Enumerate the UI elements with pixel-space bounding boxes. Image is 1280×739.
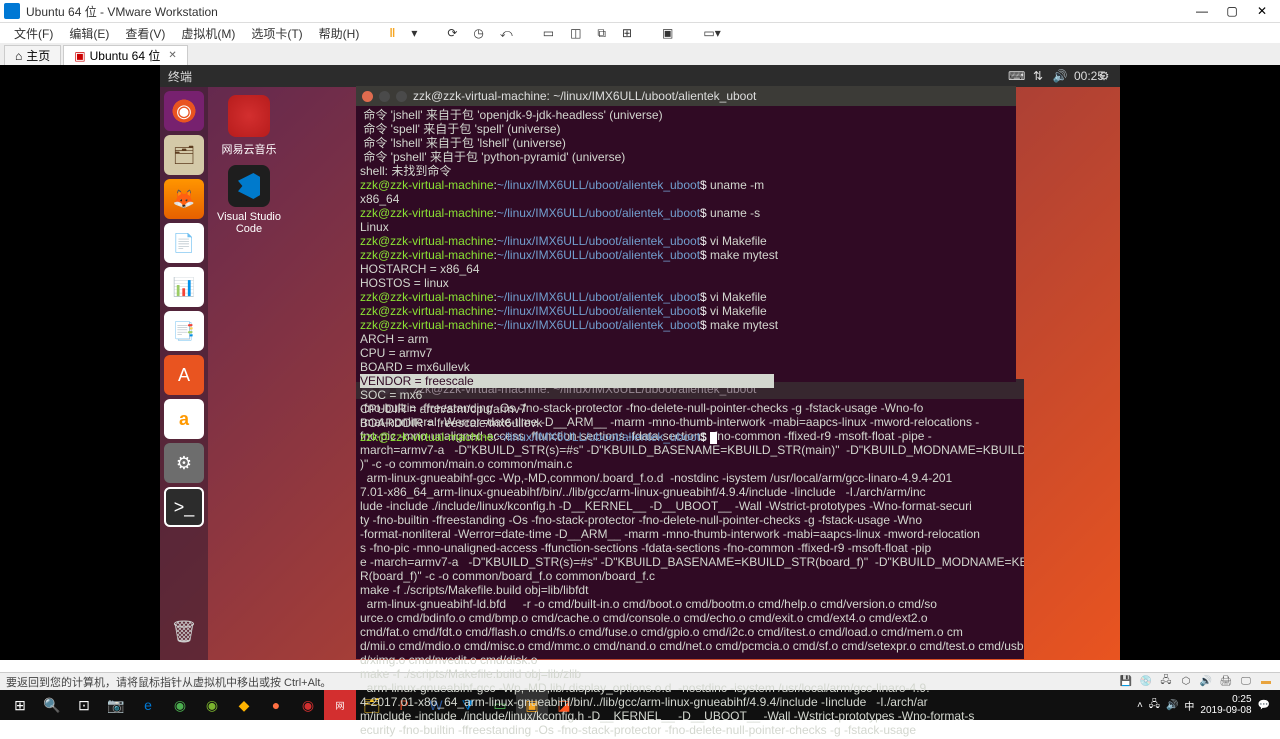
menu-file[interactable]: 文件(F) [8,25,59,42]
menu-help[interactable]: 帮助(H) [313,25,366,42]
status-sound-icon[interactable]: 🔊 [1198,676,1214,687]
desktop-icon-vscode[interactable]: Visual Studio Code [214,165,284,235]
taskbar-search-icon[interactable]: 🔍 [36,690,68,720]
terminal-title: zzk@zzk-virtual-machine: ~/linux/IMX6ULL… [413,89,756,103]
status-msg-icon[interactable]: ▬ [1258,676,1274,687]
term-max-icon[interactable] [396,91,407,102]
terminal-body[interactable]: 命令 'jshell' 来自于包 'openjdk-9-jdk-headless… [356,106,1016,446]
terminal-window-active[interactable]: zzk@zzk-virtual-machine: ~/linux/IMX6ULL… [356,86,1016,382]
taskbar-app4-icon[interactable]: 网 [324,690,356,720]
sound-icon[interactable]: 🔊 [1052,69,1068,83]
status-hdd-icon[interactable]: 💾 [1118,676,1134,687]
status-net-icon[interactable]: 🖧 [1158,673,1174,690]
status-display-icon[interactable]: 🖵 [1238,676,1254,687]
home-icon: ⌂ [15,49,22,63]
toolbar-dropdown-icon[interactable]: ▾ [405,26,423,40]
network-icon[interactable]: ⇅ [1030,69,1046,83]
terminal-body-inactive[interactable]: -fno-builtin -ffreestanding -Os -fno-sta… [356,399,1024,739]
status-printer-icon[interactable]: 🖨 [1218,676,1234,687]
launcher-dash[interactable]: ◉ [164,91,204,131]
launcher-firefox[interactable]: 🦊 [164,179,204,219]
vmware-menubar: 文件(F) 编辑(E) 查看(V) 虚拟机(M) 选项卡(T) 帮助(H) ‖ … [0,23,1280,43]
ubuntu-launcher: ◉ 🗂 🦊 📄 📊 📑 A a ⚙ >_ 🗑 [160,87,208,660]
taskbar-app1-icon[interactable]: ◆ [228,690,260,720]
taskbar-app3-icon[interactable]: ◉ [292,690,324,720]
topbar-app-label: 终端 [168,68,192,85]
guest-display[interactable]: 终端 ⌨ ⇅ 🔊 00:25 ⚙ ◉ 🗂 🦊 📄 📊 📑 A a ⚙ >_ [0,65,1280,660]
toolbar-pause-icon[interactable]: ‖ [383,26,401,40]
launcher-impress[interactable]: 📑 [164,311,204,351]
window-title: Ubuntu 64 位 - VMware Workstation [26,3,1196,20]
toolbar-layout3-icon[interactable]: ⧉ [591,26,612,41]
taskbar-app2-icon[interactable]: ● [260,690,292,720]
windows-titlebar: Ubuntu 64 位 - VMware Workstation — ▢ ✕ [0,0,1280,23]
taskbar-edge-icon[interactable]: e [132,690,164,720]
desktop-icon-vscode-label: Visual Studio Code [214,211,284,235]
toolbar-snapshot-icon[interactable]: ⟳ [441,26,463,40]
menu-edit[interactable]: 编辑(E) [63,25,115,42]
terminal-titlebar[interactable]: zzk@zzk-virtual-machine: ~/linux/IMX6ULL… [356,86,1016,106]
tray-ime-icon[interactable]: 中 [1184,698,1194,713]
vmware-hint-text: 要返回到您的计算机，请将鼠标指针从虚拟机中移出或按 Ctrl+Alt。 [6,674,331,690]
maximize-button[interactable]: ▢ [1226,5,1238,17]
toolbar-unity-icon[interactable]: ⊞ [616,26,638,40]
toolbar-extra-icon[interactable]: ▭▾ [697,26,726,40]
term-close-icon[interactable] [362,91,373,102]
toolbar-revert-icon[interactable]: ⤺ [494,26,519,41]
tab-vm-label: Ubuntu 64 位 [90,47,161,64]
topbar-time[interactable]: 00:25 [1074,69,1090,83]
ubuntu-desktop: 终端 ⌨ ⇅ 🔊 00:25 ⚙ ◉ 🗂 🦊 📄 📊 📑 A a ⚙ >_ [160,65,1120,660]
desktop-icon-music[interactable]: 网易云音乐 [214,95,284,157]
toolbar-fullscreen-icon[interactable]: ▣ [656,26,679,40]
netease-music-icon [228,95,270,137]
menu-tabs[interactable]: 选项卡(T) [245,25,308,42]
tray-chevron-icon[interactable]: ˄ [1137,700,1143,711]
tab-home-label: 主页 [26,47,50,64]
keyboard-icon[interactable]: ⌨ [1008,69,1024,83]
status-cd-icon[interactable]: 💿 [1138,676,1154,687]
taskbar-taskview-icon[interactable]: ⊡ [68,690,100,720]
launcher-trash[interactable]: 🗑 [164,612,204,652]
minimize-button[interactable]: — [1196,5,1208,17]
tray-network-icon[interactable]: 🖧 [1149,697,1160,714]
tray-date: 2019-09-08 [1200,705,1251,716]
ubuntu-topbar: 终端 ⌨ ⇅ 🔊 00:25 ⚙ [160,65,1120,87]
taskbar-camera-icon[interactable]: 📷 [100,690,132,720]
launcher-amazon[interactable]: a [164,399,204,439]
status-usb-icon[interactable]: ⬡ [1178,676,1194,687]
launcher-software[interactable]: A [164,355,204,395]
close-button[interactable]: ✕ [1256,5,1268,17]
menu-view[interactable]: 查看(V) [119,25,171,42]
tray-sound-icon[interactable]: 🔊 [1166,700,1178,711]
menu-vm[interactable]: 虚拟机(M) [175,25,241,42]
vm-icon: ▣ [74,49,85,63]
toolbar-clock-icon[interactable]: ◷ [467,26,489,40]
gear-icon[interactable]: ⚙ [1096,69,1112,83]
desktop-icons: 网易云音乐 Visual Studio Code [214,95,284,235]
taskbar-wechat-icon[interactable]: ◉ [196,690,228,720]
tray-clock[interactable]: 0:25 2019-09-08 [1200,694,1251,716]
vmware-icon [4,3,20,19]
launcher-writer[interactable]: 📄 [164,223,204,263]
toolbar-layout2-icon[interactable]: ◫ [564,26,587,40]
vscode-icon [228,165,270,207]
term-min-icon[interactable] [379,91,390,102]
launcher-files[interactable]: 🗂 [164,135,204,175]
launcher-calc[interactable]: 📊 [164,267,204,307]
launcher-settings[interactable]: ⚙ [164,443,204,483]
tab-vm[interactable]: ▣ Ubuntu 64 位 ✕ [63,45,187,65]
tab-close-icon[interactable]: ✕ [168,50,176,61]
tray-time: 0:25 [1200,694,1251,705]
tray-notifications-icon[interactable]: 💬 [1258,700,1270,711]
launcher-terminal[interactable]: >_ [164,487,204,527]
vmware-tabs: ⌂ 主页 ▣ Ubuntu 64 位 ✕ [0,43,1280,65]
start-button[interactable]: ⊞ [4,690,36,720]
system-tray[interactable]: ˄ 🖧 🔊 中 0:25 2019-09-08 💬 [1137,694,1276,716]
desktop-icon-music-label: 网易云音乐 [214,141,284,157]
tab-home[interactable]: ⌂ 主页 [4,45,61,65]
toolbar-layout1-icon[interactable]: ▭ [537,26,560,40]
taskbar-browser-icon[interactable]: ◉ [164,690,196,720]
